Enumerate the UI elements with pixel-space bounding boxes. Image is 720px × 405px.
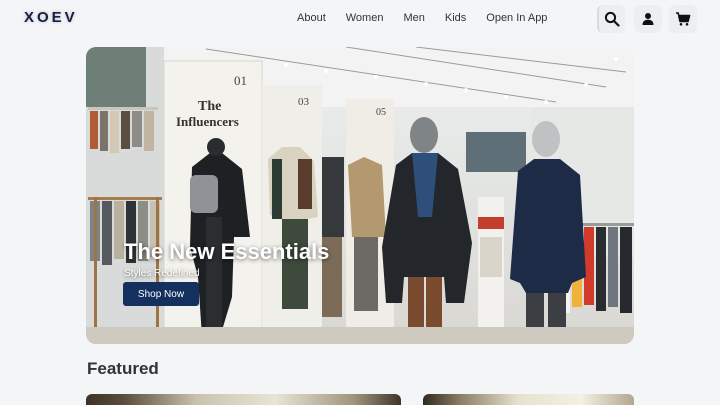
nav-open-in-app[interactable]: Open In App <box>486 12 547 24</box>
search-icon <box>604 11 620 27</box>
hero-subtitle: Styles Redefined <box>124 268 200 279</box>
main-nav: About Women Men Kids Open In App <box>297 12 567 24</box>
cart-button[interactable] <box>669 5 697 33</box>
svg-text:The: The <box>198 99 221 114</box>
nav-kids[interactable]: Kids <box>445 12 466 24</box>
site-header: XOEV About Women Men Kids Open In App <box>0 0 720 38</box>
panel-number-05: 05 <box>376 107 386 118</box>
account-button[interactable] <box>634 5 662 33</box>
featured-card[interactable] <box>86 394 401 405</box>
featured-heading: Featured <box>87 359 159 378</box>
cart-icon <box>676 12 691 26</box>
panel-number-03: 03 <box>298 96 310 108</box>
nav-women[interactable]: Women <box>346 12 384 24</box>
search-button[interactable] <box>597 5 625 33</box>
user-icon <box>642 13 654 25</box>
sign-number: 01 <box>234 73 247 88</box>
shop-now-button[interactable]: Shop Now <box>123 282 199 306</box>
svg-text:Influencers: Influencers <box>176 114 239 129</box>
nav-men[interactable]: Men <box>403 12 424 24</box>
featured-card[interactable] <box>423 394 634 405</box>
hero-banner: 01 The Influencers 03 05 The New Essenti… <box>86 47 634 344</box>
nav-about[interactable]: About <box>297 12 326 24</box>
brand-logo[interactable]: XOEV <box>24 9 78 26</box>
hero-title: The New Essentials <box>124 239 330 264</box>
